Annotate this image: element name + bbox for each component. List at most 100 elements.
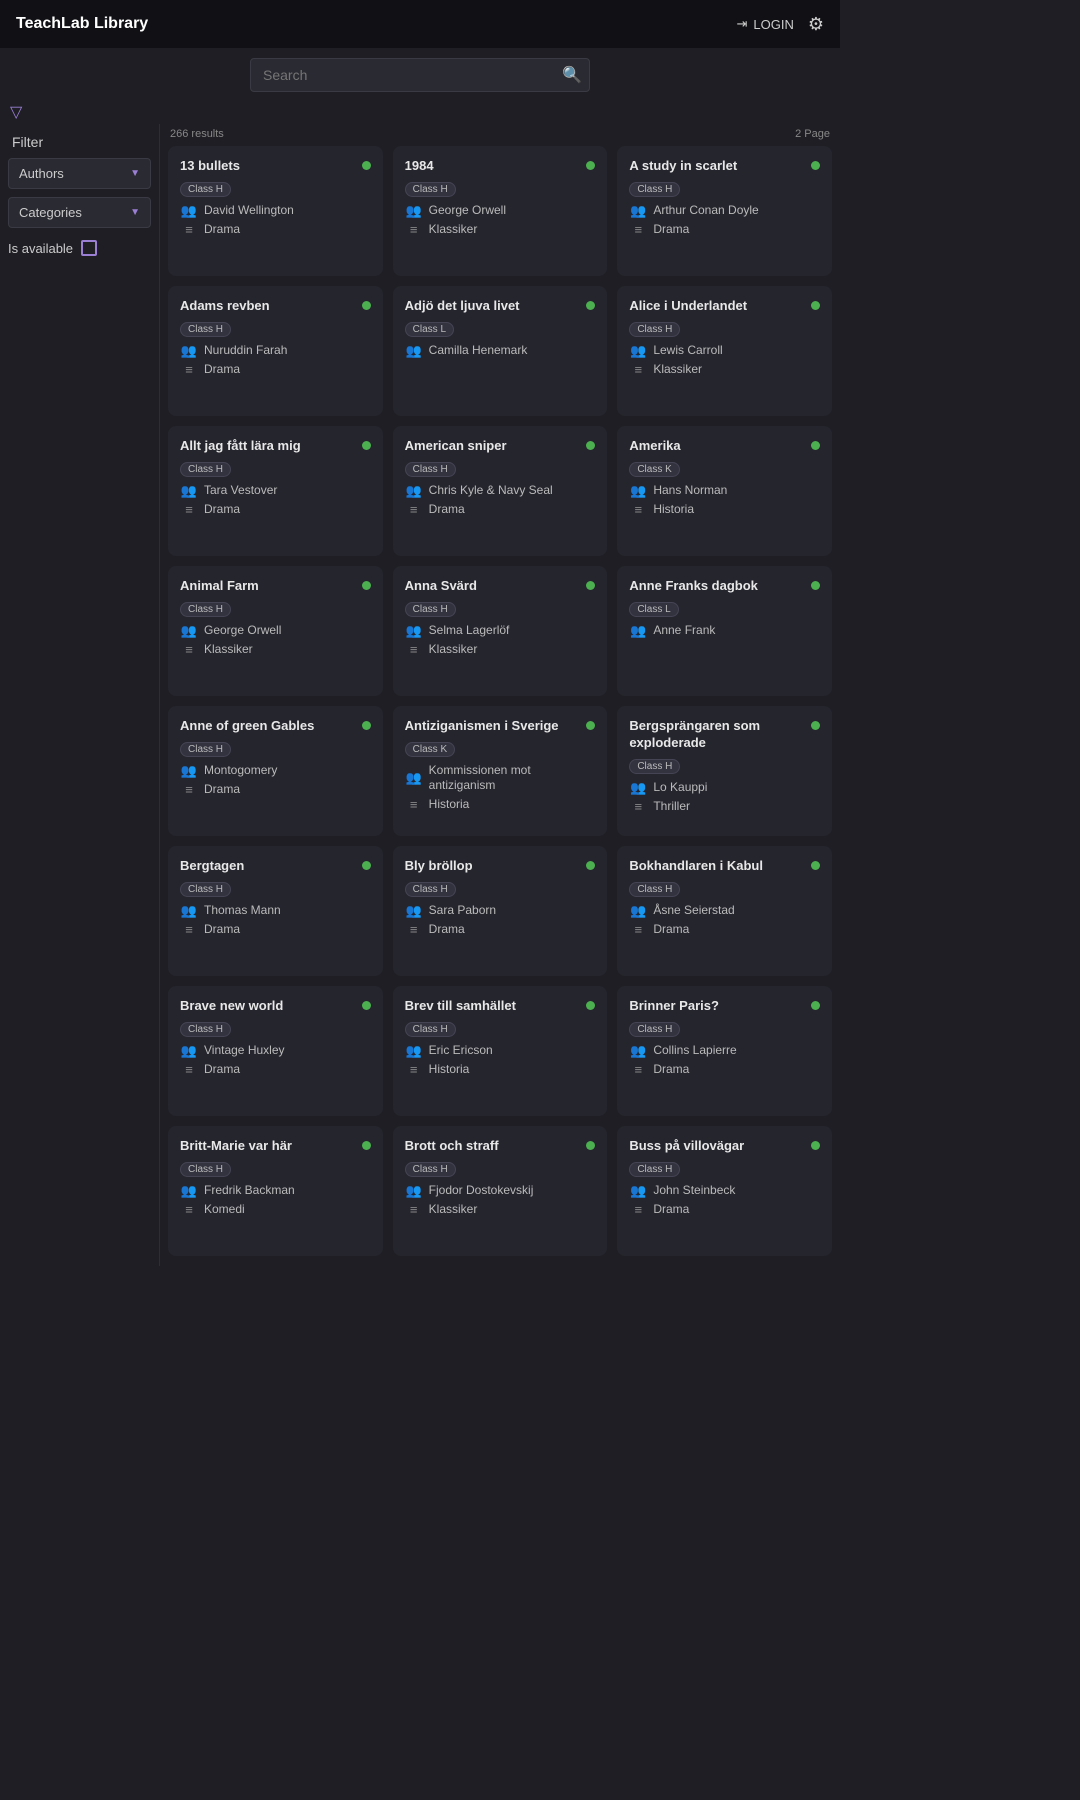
category-row: ≡ Historia	[405, 797, 596, 813]
book-card[interactable]: Britt-Marie var här Class H 👥 Fredrik Ba…	[168, 1126, 383, 1256]
category-icon: ≡	[405, 642, 423, 657]
author-name: Lo Kauppi	[653, 780, 707, 796]
results-count: 266 results	[170, 128, 224, 140]
book-title: A study in scarlet	[629, 158, 807, 175]
book-card[interactable]: Brott och straff Class H 👥 Fjodor Dostok…	[393, 1126, 608, 1256]
book-card[interactable]: Anne of green Gables Class H 👥 Montogome…	[168, 706, 383, 836]
book-title: Adams revben	[180, 298, 358, 315]
book-card[interactable]: Brev till samhället Class H 👥 Eric Erics…	[393, 986, 608, 1116]
category-row: ≡ Drama	[629, 1062, 820, 1078]
search-input[interactable]	[250, 58, 590, 92]
book-card[interactable]: 1984 Class H 👥 George Orwell ≡ Klassiker	[393, 146, 608, 276]
category-name: Historia	[429, 1062, 470, 1078]
book-card[interactable]: Antiziganismen i Sverige Class K 👥 Kommi…	[393, 706, 608, 836]
class-badge: Class H	[405, 462, 456, 477]
available-dot	[586, 721, 595, 730]
author-name: Vintage Huxley	[204, 1043, 285, 1059]
book-card[interactable]: Brinner Paris? Class H 👥 Collins Lapierr…	[617, 986, 832, 1116]
book-card[interactable]: Anna Svärd Class H 👥 Selma Lagerlöf ≡ Kl…	[393, 566, 608, 696]
book-card[interactable]: Anne Franks dagbok Class L 👥 Anne Frank	[617, 566, 832, 696]
author-row: 👥 Vintage Huxley	[180, 1043, 371, 1059]
book-title: Adjö det ljuva livet	[405, 298, 583, 315]
author-icon: 👥	[180, 903, 198, 919]
categories-dropdown[interactable]: Categories ▼	[8, 197, 151, 228]
category-row: ≡ Klassiker	[405, 222, 596, 238]
author-name: Eric Ericson	[429, 1043, 493, 1059]
author-name: Fredrik Backman	[204, 1183, 295, 1199]
category-name: Klassiker	[653, 362, 702, 378]
author-row: 👥 Arthur Conan Doyle	[629, 203, 820, 219]
category-name: Drama	[204, 222, 240, 238]
category-name: Drama	[204, 362, 240, 378]
available-dot	[811, 721, 820, 730]
class-badge: Class H	[405, 602, 456, 617]
category-row: ≡ Thriller	[629, 799, 820, 815]
category-name: Drama	[653, 1202, 689, 1218]
book-card[interactable]: A study in scarlet Class H 👥 Arthur Cona…	[617, 146, 832, 276]
author-icon: 👥	[405, 343, 423, 359]
book-card[interactable]: Allt jag fått lära mig Class H 👥 Tara Ve…	[168, 426, 383, 556]
authors-dropdown[interactable]: Authors ▼	[8, 158, 151, 189]
book-card[interactable]: Bergtagen Class H 👥 Thomas Mann ≡ Drama	[168, 846, 383, 976]
chevron-down-icon-2: ▼	[130, 207, 140, 218]
book-card[interactable]: Alice i Underlandet Class H 👥 Lewis Carr…	[617, 286, 832, 416]
content-area: Filter Authors ▼ Categories ▼ Is availab…	[0, 124, 840, 1266]
book-card[interactable]: Buss på villovägar Class H 👥 John Steinb…	[617, 1126, 832, 1256]
author-icon: 👥	[629, 903, 647, 919]
book-card[interactable]: American sniper Class H 👥 Chris Kyle & N…	[393, 426, 608, 556]
author-name: Kommissionen mot antiziganism	[429, 763, 596, 794]
author-icon: 👥	[180, 1183, 198, 1199]
available-dot	[586, 441, 595, 450]
category-name: Drama	[653, 222, 689, 238]
book-card[interactable]: 13 bullets Class H 👥 David Wellington ≡ …	[168, 146, 383, 276]
category-row: ≡ Drama	[180, 1062, 371, 1078]
book-card[interactable]: Adjö det ljuva livet Class L 👥 Camilla H…	[393, 286, 608, 416]
author-name: Tara Vestover	[204, 483, 277, 499]
class-badge: Class K	[405, 742, 455, 757]
sidebar: Filter Authors ▼ Categories ▼ Is availab…	[0, 124, 160, 1266]
available-dot	[586, 161, 595, 170]
settings-icon[interactable]: ⚙	[808, 14, 824, 35]
books-grid: 13 bullets Class H 👥 David Wellington ≡ …	[168, 146, 832, 1256]
filter-title: Filter	[8, 134, 151, 150]
available-dot	[811, 441, 820, 450]
author-icon: 👥	[405, 770, 423, 786]
author-row: 👥 Thomas Mann	[180, 903, 371, 919]
category-icon: ≡	[405, 1202, 423, 1217]
category-name: Drama	[204, 502, 240, 518]
author-icon: 👥	[405, 1043, 423, 1059]
category-icon: ≡	[629, 362, 647, 377]
author-icon: 👥	[405, 203, 423, 219]
available-dot	[811, 301, 820, 310]
author-icon: 👥	[180, 483, 198, 499]
topnav: TeachLab Library ⇥ LOGIN ⚙	[0, 0, 840, 48]
is-available-checkbox[interactable]	[81, 240, 97, 256]
search-button[interactable]: 🔍	[562, 65, 582, 85]
class-badge: Class H	[180, 882, 231, 897]
category-name: Drama	[204, 782, 240, 798]
author-row: 👥 Sara Paborn	[405, 903, 596, 919]
book-title: Anna Svärd	[405, 578, 583, 595]
author-row: 👥 Fjodor Dostokevskij	[405, 1183, 596, 1199]
category-name: Drama	[429, 502, 465, 518]
category-row: ≡ Drama	[405, 922, 596, 938]
login-button[interactable]: ⇥ LOGIN	[736, 16, 793, 32]
book-card[interactable]: Brave new world Class H 👥 Vintage Huxley…	[168, 986, 383, 1116]
author-name: Thomas Mann	[204, 903, 281, 919]
author-name: Hans Norman	[653, 483, 727, 499]
book-card[interactable]: Animal Farm Class H 👥 George Orwell ≡ Kl…	[168, 566, 383, 696]
book-card[interactable]: Bly bröllop Class H 👥 Sara Paborn ≡ Dram…	[393, 846, 608, 976]
book-card[interactable]: Bergsprängaren som exploderade Class H 👥…	[617, 706, 832, 836]
category-name: Thriller	[653, 799, 690, 815]
category-icon: ≡	[180, 222, 198, 237]
category-name: Klassiker	[429, 222, 478, 238]
book-title: Britt-Marie var här	[180, 1138, 358, 1155]
available-dot	[362, 1141, 371, 1150]
available-dot	[811, 1001, 820, 1010]
author-icon: 👥	[405, 1183, 423, 1199]
category-row: ≡ Historia	[629, 502, 820, 518]
book-card[interactable]: Bokhandlaren i Kabul Class H 👥 Åsne Seie…	[617, 846, 832, 976]
book-card[interactable]: Amerika Class K 👥 Hans Norman ≡ Historia	[617, 426, 832, 556]
book-card[interactable]: Adams revben Class H 👥 Nuruddin Farah ≡ …	[168, 286, 383, 416]
filter-icon[interactable]: ▽	[10, 102, 22, 122]
